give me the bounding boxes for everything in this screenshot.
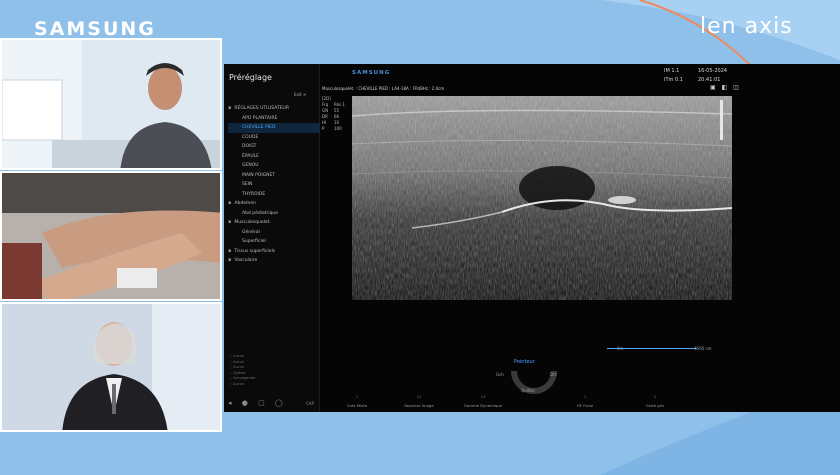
preset-item-abd-p-diatrique[interactable]: Abd pédiatrique <box>228 209 320 219</box>
softkey[interactable]: 12 Repense Image <box>384 395 454 408</box>
preset-item-abdomen[interactable]: Abdomen <box>228 199 320 209</box>
preset-item-vasculaire[interactable]: Vasculaire <box>228 256 320 266</box>
softkey[interactable]: 1 Crée Mixte <box>322 395 392 408</box>
video-panel-exam <box>0 171 222 301</box>
softkey-number: 12 <box>416 395 422 399</box>
preset-item-tissus-superficiels[interactable]: Tissus superficiels <box>228 247 320 257</box>
param-row: P 100 <box>322 126 345 132</box>
exam-date: 16-05-2024 <box>698 68 728 74</box>
softkey-number: 14 <box>480 395 486 399</box>
legend-item: Aucun <box>229 382 256 388</box>
param-value: 66 <box>334 114 340 119</box>
preset-panel: Préréglage Exit ✕ RÉGLAGES UTILISATEURAP… <box>224 64 320 412</box>
param-value: 10 <box>334 120 340 125</box>
imaging-params: [2D] Frq Rés.1 GN 55 DR 66 HI 10 P 100 <box>322 96 345 132</box>
softkey[interactable]: 14 Gamme Dynamique <box>448 395 518 408</box>
softkey-label: Gamme Dynamique <box>463 403 503 408</box>
softkey-bar: 1 Crée Mixte 12 Repense Image 14 Gamme Dynami… <box>322 395 840 412</box>
exam-info-line: Musculosquelet. : CHEVILLE PIED : LA4-18… <box>322 86 445 91</box>
preset-item-r-glages-utilisateur[interactable]: RÉGLAGES UTILISATEUR <box>228 104 320 114</box>
param-value: Rés.1 <box>334 102 345 107</box>
softkey-label: Crée Mixte <box>346 403 368 408</box>
preset-item--paule[interactable]: ÉPAULE <box>228 152 320 162</box>
preset-legend: AucunAucunAucunQuitterSauvegarderAucun <box>229 354 256 388</box>
image-meta-left: IM 1.1 ITm 0.1 <box>664 67 683 85</box>
preset-item-coude[interactable]: COUDE <box>228 133 320 143</box>
ultrasound-screen: Préréglage Exit ✕ RÉGLAGES UTILISATEURAP… <box>224 64 840 412</box>
preset-exit-button[interactable]: Exit ✕ <box>294 92 306 97</box>
ultrasound-image <box>352 96 732 300</box>
softkey-number: 1 <box>355 395 359 399</box>
video-panel-expert <box>0 302 222 432</box>
softkey[interactable]: 2 Carte gris <box>620 395 690 408</box>
preset-item-doigt[interactable]: DOIGT <box>228 142 320 152</box>
preset-item-apo-plantaire[interactable]: APO PLANTAIRE <box>228 114 320 124</box>
pointer-right-label[interactable]: Drt <box>550 372 556 377</box>
pointer-title[interactable]: Pointeur <box>514 359 535 365</box>
lenaxis-logo: len axis <box>700 14 793 39</box>
preset-item-g-n-ral[interactable]: Général <box>228 228 320 238</box>
param-value: 100 <box>334 126 342 131</box>
samsung-logo: SAMSUNG <box>34 18 156 40</box>
softkey-number: 1 <box>583 395 587 399</box>
capture-label[interactable]: CAP <box>306 401 314 406</box>
softkey-label: Carte gris <box>645 403 665 408</box>
preset-item-main-poignet[interactable]: MAIN POIGNET <box>228 171 320 181</box>
video-panel-presenter <box>0 38 222 170</box>
depth-scale-bar <box>607 348 697 349</box>
softkey-label: HF Focal <box>576 403 594 408</box>
softkey-label: Repense Image <box>404 403 434 408</box>
display-tool-icons[interactable]: ▣ ◧ ◫ <box>710 84 741 91</box>
softkey-number: 2 <box>653 395 657 399</box>
preset-list: RÉGLAGES UTILISATEURAPO PLANTAIRECHEVILL… <box>228 104 320 266</box>
param-key: P <box>322 126 325 131</box>
preset-item-genou[interactable]: GENOU <box>228 161 320 171</box>
preset-item-superficiel[interactable]: Superficiel <box>228 237 320 247</box>
bottom-control-icons[interactable]: ◂ ● ▢ ◯ <box>228 399 287 407</box>
pointer-quit-label[interactable]: Quitter <box>521 388 535 393</box>
preset-item-musculosquelet-[interactable]: Musculosquelet. <box>228 218 320 228</box>
preset-item-sein[interactable]: SEIN <box>228 180 320 190</box>
image-meta-right: 16-05-2024 20:41:01 <box>698 67 727 85</box>
pointer-left-label[interactable]: Gch <box>496 372 504 377</box>
im-value: IM 1.1 <box>664 68 680 74</box>
us-brand: SAMSUNG <box>352 70 391 76</box>
param-value: 55 <box>334 108 340 113</box>
preset-item-cheville-pied[interactable]: CHEVILLE PIED <box>228 123 320 133</box>
depth-scale-end: 4560 cm <box>694 346 712 351</box>
preset-title: Préréglage <box>229 73 272 82</box>
itm-value: ITm 0.1 <box>664 77 683 83</box>
legend-item: Sauvegarder <box>229 376 255 382</box>
softkey[interactable]: 1 HF Focal <box>550 395 620 408</box>
preset-item-thyroide[interactable]: THYROIDE <box>228 190 320 200</box>
